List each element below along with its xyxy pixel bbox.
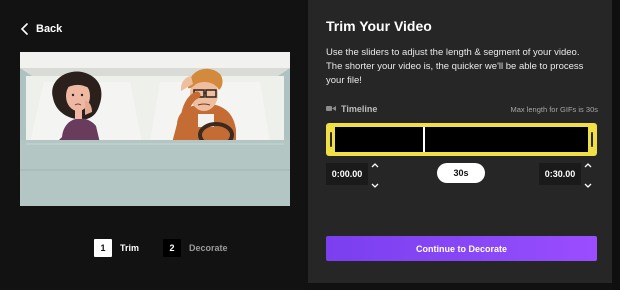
instructions-text: Use the sliders to adjust the length & s… [326, 47, 584, 86]
trim-range[interactable] [335, 127, 588, 152]
scrollbar[interactable] [612, 0, 620, 290]
chevron-left-icon [20, 23, 28, 35]
video-frame-illustration [20, 52, 290, 206]
back-label: Back [36, 23, 63, 35]
start-time-field[interactable]: 0:00.00 [326, 163, 384, 188]
video-camera-icon [326, 104, 336, 114]
page-title: Trim Your Video [326, 18, 432, 34]
end-time-field[interactable]: 0:30.00 [539, 163, 597, 188]
timeline-header: Timeline Max length for GIFs is 30s [326, 103, 598, 115]
end-time-stepper[interactable] [581, 163, 595, 188]
chevron-up-icon[interactable] [584, 155, 592, 173]
video-preview [20, 52, 290, 206]
timeline-label-group: Timeline [326, 104, 377, 114]
continue-button[interactable]: Continue to Decorate [326, 236, 597, 261]
chevron-down-icon[interactable] [371, 175, 379, 193]
step-number: 1 [94, 239, 112, 257]
trim-end-handle[interactable] [591, 132, 593, 147]
step-indicator: 1 Trim 2 Decorate [94, 239, 252, 257]
trim-slider[interactable] [326, 123, 597, 156]
duration-badge: 30s [437, 163, 485, 183]
step-trim[interactable]: 1 Trim [94, 239, 139, 257]
timeline-label: Timeline [341, 104, 378, 114]
max-length-note: Max length for GIFs is 30s [510, 104, 598, 114]
step-label: Decorate [189, 243, 228, 253]
start-time-input[interactable]: 0:00.00 [326, 163, 368, 185]
chevron-down-icon[interactable] [584, 175, 592, 193]
end-time-input[interactable]: 0:30.00 [539, 163, 581, 185]
back-button[interactable]: Back [20, 20, 62, 38]
start-time-stepper[interactable] [368, 163, 382, 188]
chevron-up-icon[interactable] [371, 155, 379, 173]
step-number: 2 [163, 239, 182, 257]
trim-start-handle[interactable] [330, 132, 332, 147]
playhead[interactable] [423, 127, 425, 152]
step-label: Trim [120, 243, 140, 253]
step-decorate[interactable]: 2 Decorate [163, 239, 228, 257]
